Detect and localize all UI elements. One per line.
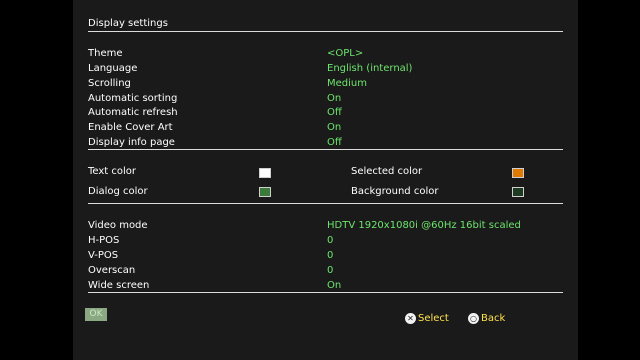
text-color-label: Text color [88,166,137,177]
setting-value: On [327,93,342,104]
back-label: Back [481,313,506,324]
select-label: Select [418,313,449,324]
page-title: Display settings [88,18,168,29]
setting-value: Off [327,107,342,118]
setting-value: 0 [327,235,334,246]
setting-value: <OPL> [327,48,364,59]
setting-label: Display info page [88,137,175,148]
circle-button-icon: ○ [468,313,479,324]
setting-value: On [327,122,342,133]
text-color-swatch[interactable] [259,168,271,178]
display-settings-screen: Display settings Theme <OPL> Language En… [73,0,578,360]
selected-color-swatch[interactable] [512,168,524,178]
setting-value: 0 [327,250,334,261]
setting-value: HDTV 1920x1080i @60Hz 16bit scaled [327,220,521,231]
setting-label: Theme [88,48,123,59]
setting-label: Video mode [88,220,148,231]
setting-value: 0 [327,265,334,276]
divider-video [88,292,563,293]
setting-label: H-POS [88,235,120,246]
divider-title [88,31,563,32]
setting-label: V-POS [88,250,119,261]
setting-label: Automatic sorting [88,93,178,104]
setting-label: Wide screen [88,280,150,291]
setting-label: Automatic refresh [88,107,178,118]
cross-button-icon: ✕ [405,313,416,324]
dialog-color-label: Dialog color [88,186,148,197]
divider-general [88,149,563,150]
setting-value: English (internal) [327,63,413,74]
setting-label: Overscan [88,265,136,276]
ok-button[interactable]: OK [85,308,107,321]
setting-value: Off [327,137,342,148]
setting-value: On [327,280,342,291]
background-color-label: Background color [351,186,439,197]
selected-color-label: Selected color [351,166,423,177]
divider-colors [88,203,563,204]
setting-label: Scrolling [88,78,131,89]
setting-label: Language [88,63,138,74]
background-color-swatch[interactable] [512,187,524,197]
setting-label: Enable Cover Art [88,122,173,133]
setting-value: Medium [327,78,367,89]
dialog-color-swatch[interactable] [259,187,271,197]
